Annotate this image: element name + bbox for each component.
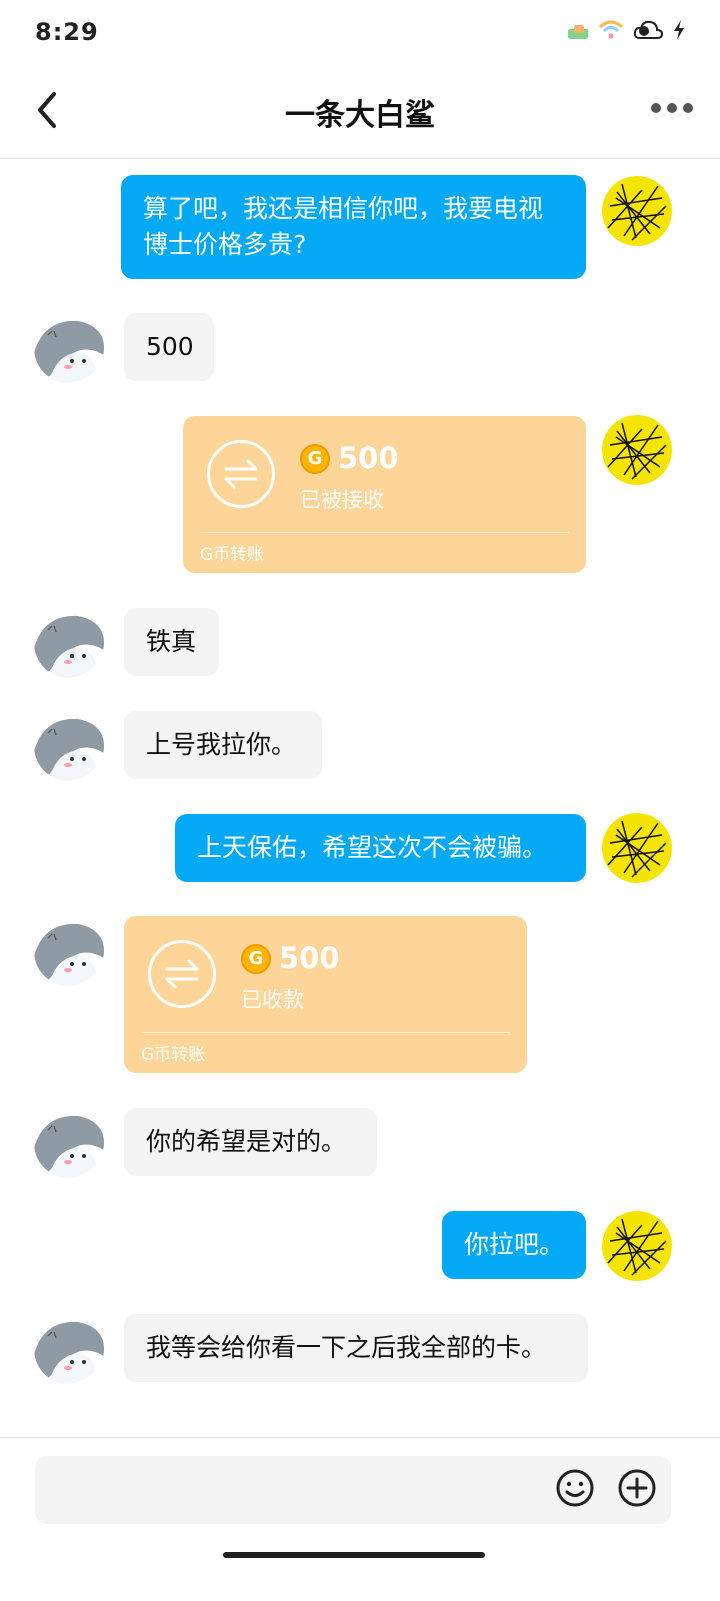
contact-avatar[interactable] xyxy=(34,711,104,781)
transfer-status: 已被接收 xyxy=(300,488,384,512)
transfer-status: 已收款 xyxy=(241,988,304,1012)
input-bar xyxy=(0,1437,720,1601)
chat-header: 一条大白鲨 xyxy=(0,66,720,159)
chat-bubble-outgoing[interactable]: 算了吧，我还是相信你吧，我要电视博士价格多贵? xyxy=(121,175,586,279)
emoji-button[interactable] xyxy=(555,1468,595,1508)
attach-plus-button[interactable] xyxy=(617,1468,657,1508)
more-options-button[interactable] xyxy=(650,100,694,116)
more-dots-icon xyxy=(651,103,661,113)
chat-bubble-incoming[interactable]: 铁真 xyxy=(124,608,219,676)
contact-avatar[interactable] xyxy=(34,916,104,986)
plus-circle-icon xyxy=(618,1469,656,1507)
chat-bubble-incoming[interactable]: 上号我拉你。 xyxy=(124,711,322,779)
transfer-label: G币转账 xyxy=(200,545,265,565)
chat-bubble-incoming[interactable]: 你的希望是对的。 xyxy=(124,1108,377,1176)
cloud-sync-icon xyxy=(632,18,664,46)
status-time: 8:29 xyxy=(35,18,99,46)
message-list[interactable]: 算了吧，我还是相信你吧，我要电视博士价格多贵? 500 G 500 已被接收 G… xyxy=(0,158,720,1468)
transfer-divider xyxy=(200,532,569,533)
my-avatar[interactable] xyxy=(602,813,672,883)
home-indicator[interactable] xyxy=(223,1552,485,1558)
transfer-amount: 500 xyxy=(279,941,340,975)
sim-card-icon xyxy=(568,23,590,41)
chat-bubble-outgoing[interactable]: 上天保佑，希望这次不会被骗。 xyxy=(175,814,586,882)
transfer-card-outgoing[interactable]: G 500 已被接收 G币转账 xyxy=(183,416,586,573)
transfer-divider xyxy=(141,1032,510,1033)
emoji-smile-icon xyxy=(556,1469,594,1507)
my-avatar[interactable] xyxy=(602,176,672,246)
status-icons xyxy=(568,18,686,46)
contact-avatar[interactable] xyxy=(34,1314,104,1384)
transfer-card-incoming[interactable]: G 500 已收款 G币转账 xyxy=(124,916,527,1073)
g-coin-icon: G xyxy=(300,444,330,474)
transfer-arrows-icon xyxy=(207,440,275,508)
transfer-amount: 500 xyxy=(338,441,399,475)
wifi-icon xyxy=(598,19,624,45)
contact-avatar[interactable] xyxy=(34,608,104,678)
transfer-label: G币转账 xyxy=(141,1045,206,1065)
contact-avatar[interactable] xyxy=(34,313,104,383)
chat-bubble-outgoing[interactable]: 你拉吧。 xyxy=(442,1211,586,1279)
chat-title: 一条大白鲨 xyxy=(285,98,435,133)
my-avatar[interactable] xyxy=(602,1211,672,1281)
g-coin-icon: G xyxy=(241,944,271,974)
charging-bolt-icon xyxy=(672,19,686,45)
chat-bubble-incoming[interactable]: 500 xyxy=(124,313,214,381)
status-bar: 8:29 xyxy=(0,0,720,66)
chat-bubble-incoming[interactable]: 我等会给你看一下之后我全部的卡。 xyxy=(124,1314,588,1382)
contact-avatar[interactable] xyxy=(34,1108,104,1178)
my-avatar[interactable] xyxy=(602,415,672,485)
transfer-arrows-icon xyxy=(148,940,216,1008)
